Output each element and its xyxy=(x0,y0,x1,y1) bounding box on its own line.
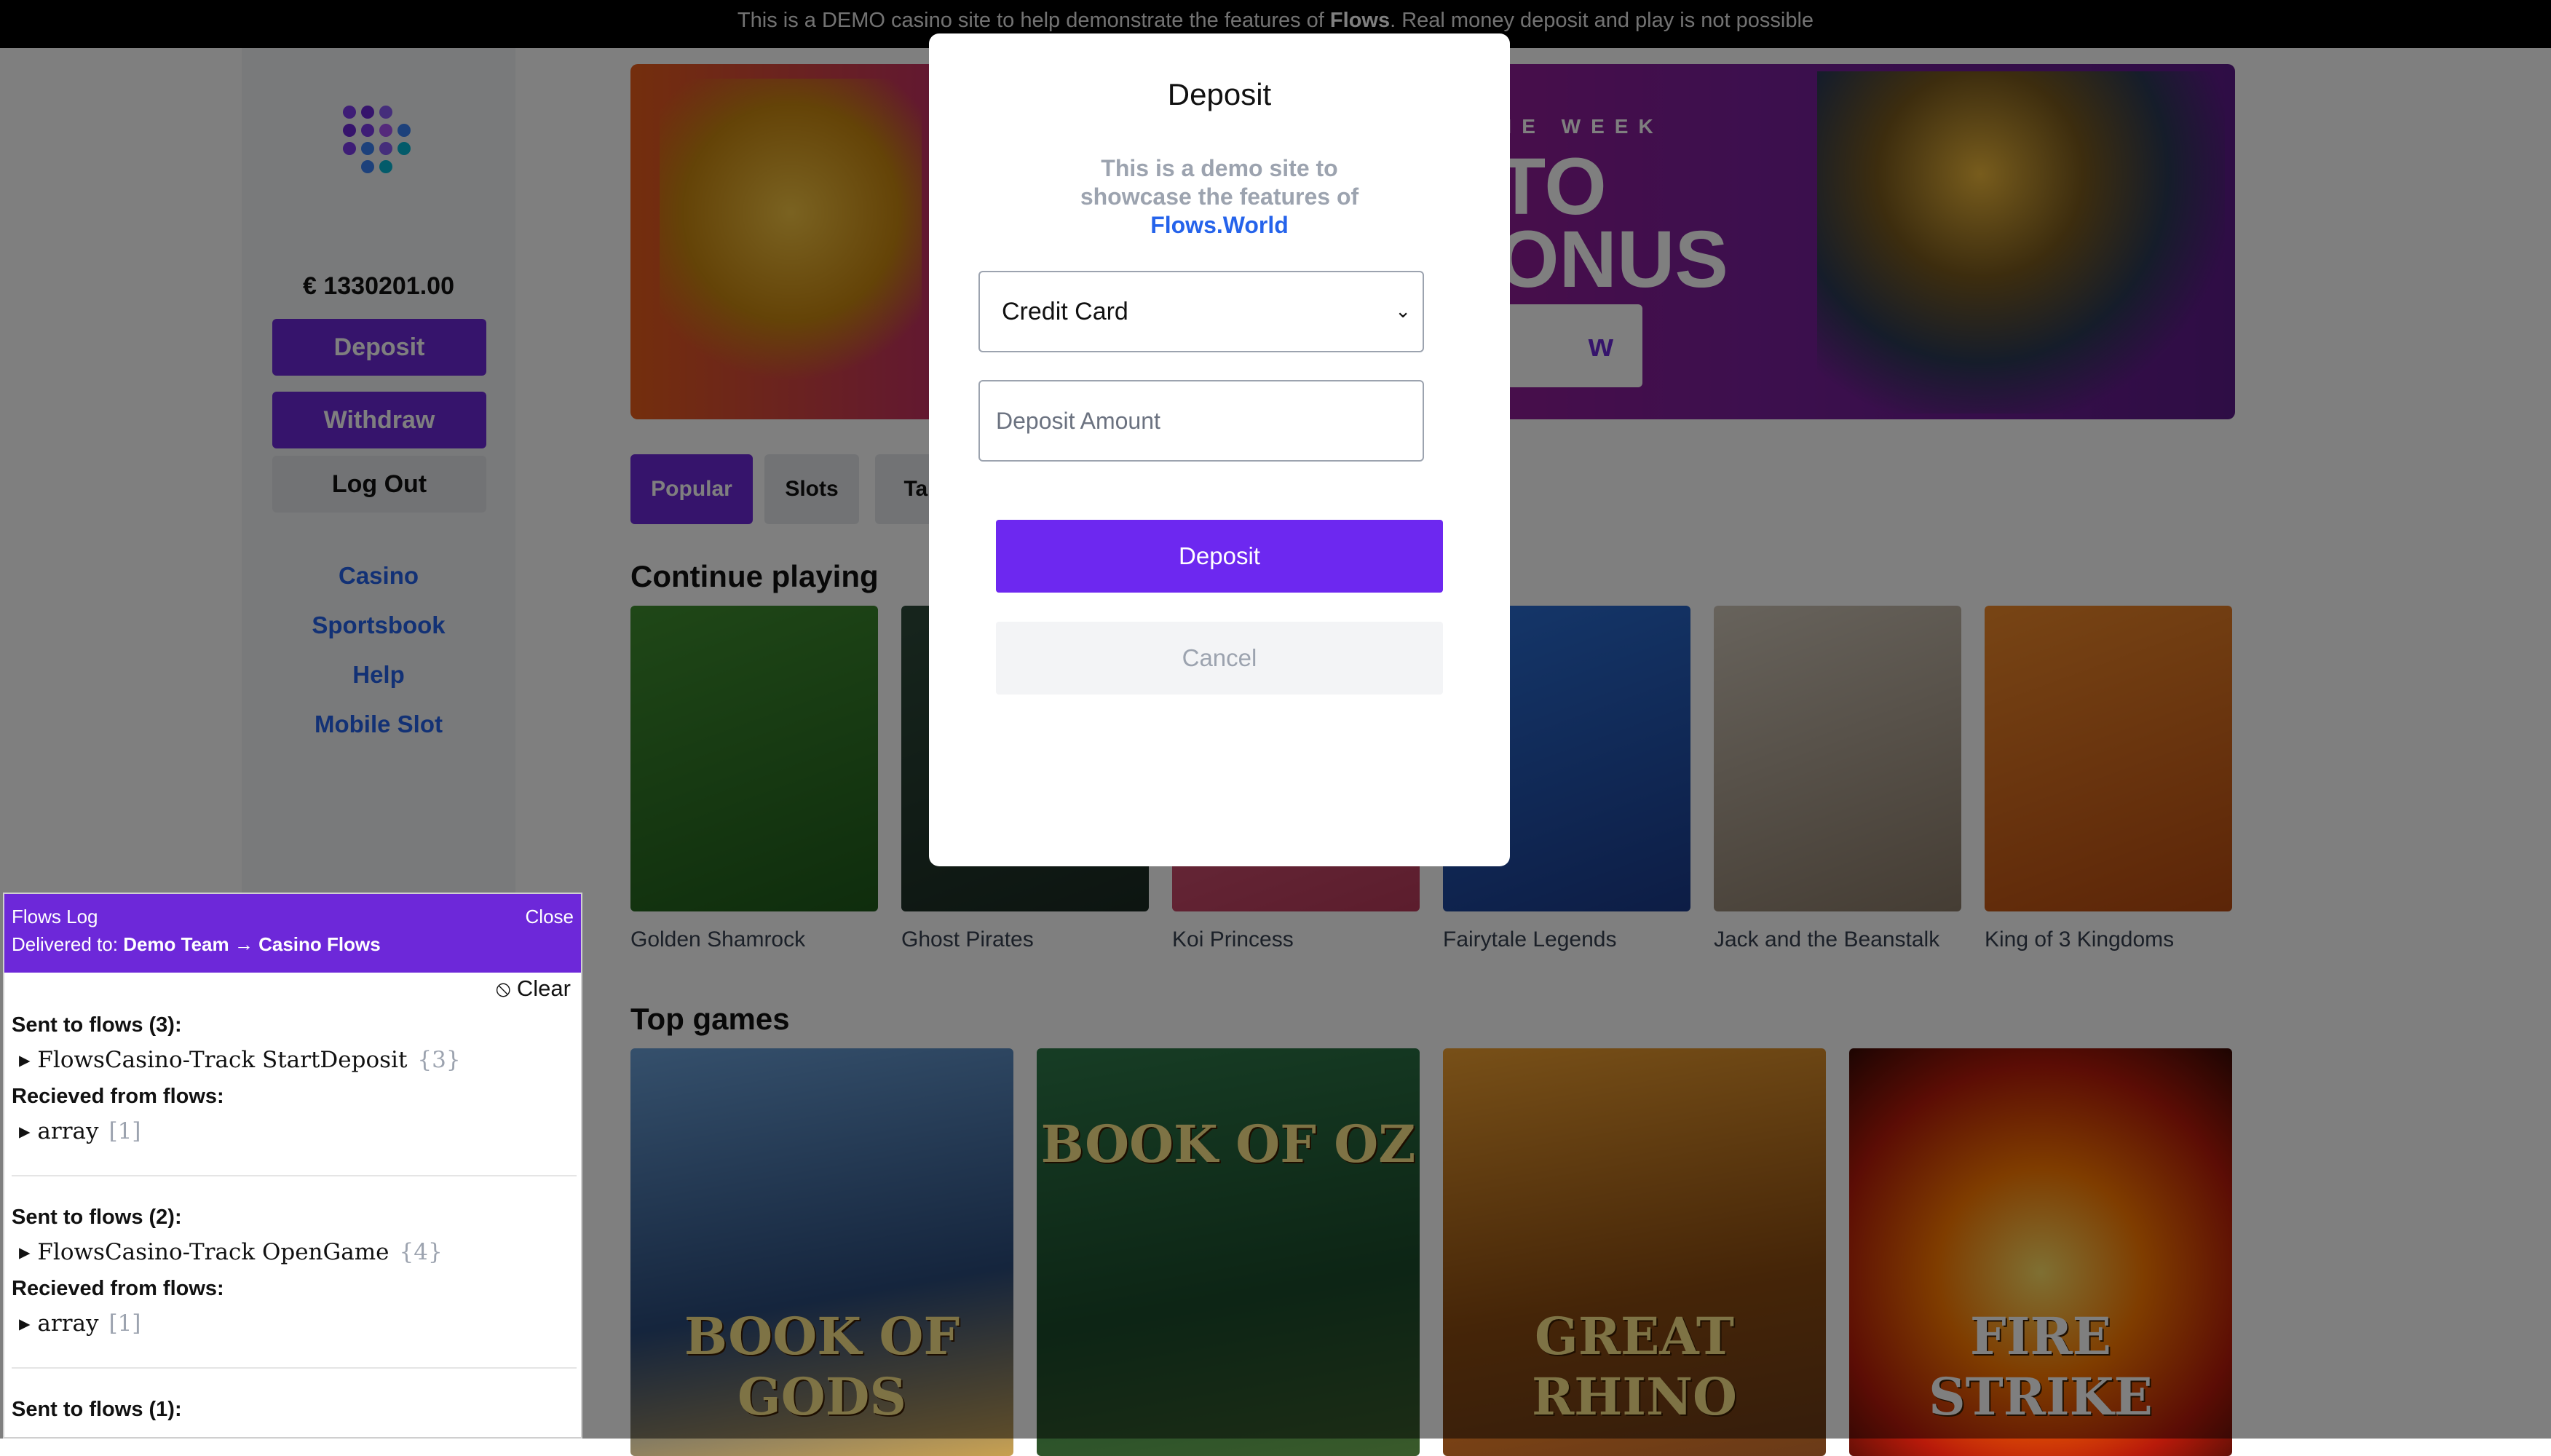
log-entry-sent: Sent to flows (2): xyxy=(12,1206,182,1229)
flows-log-title: Flows Log xyxy=(12,906,98,927)
log-entry-item[interactable]: ▸ FlowsCasino-Track OpenGame {4} xyxy=(19,1239,443,1265)
log-entry-sent: Sent to flows (1): xyxy=(12,1398,182,1421)
modal-deposit-button[interactable]: Deposit xyxy=(996,520,1443,593)
modal-brand-link[interactable]: Flows.World xyxy=(1038,211,1401,240)
log-entry-item-count: {3} xyxy=(417,1047,461,1073)
flows-log-delivered-target: Demo Team → Casino Flows xyxy=(123,933,381,955)
log-entry-received-item[interactable]: ▸ array [1] xyxy=(19,1118,141,1144)
caret-right-icon: ▸ xyxy=(19,1239,31,1265)
modal-description-line1: This is a demo site to xyxy=(1101,155,1338,181)
caret-right-icon: ▸ xyxy=(19,1118,31,1144)
chevron-down-icon: ⌄ xyxy=(1395,300,1411,322)
log-entry-received-item[interactable]: ▸ array [1] xyxy=(19,1310,141,1337)
modal-title: Deposit xyxy=(1167,77,1272,111)
log-entry-received-count: [1] xyxy=(108,1118,141,1144)
log-entry-received: Recieved from flows: xyxy=(12,1277,224,1300)
flows-log-delivered: Delivered to: Demo Team → Casino Flows xyxy=(12,933,381,956)
log-entry-received-label: array xyxy=(37,1310,99,1337)
log-entry-item-count: {4} xyxy=(399,1239,443,1265)
modal-description-line2: showcase the features of xyxy=(1080,183,1359,210)
flows-log-clear-label: Clear xyxy=(516,976,571,1001)
flows-log-delivered-label: Delivered to: xyxy=(12,933,124,955)
log-entry-item[interactable]: ▸ FlowsCasino-Track StartDeposit {3} xyxy=(19,1047,461,1073)
clear-icon: ⦸ xyxy=(496,976,511,1001)
deposit-amount-input[interactable]: Deposit Amount xyxy=(978,380,1424,462)
log-entry-item-label: FlowsCasino-Track StartDeposit xyxy=(37,1047,408,1073)
payment-method-value: Credit Card xyxy=(1002,297,1128,325)
log-divider xyxy=(12,1175,577,1176)
flows-log-panel: Flows Log Close Delivered to: Demo Team … xyxy=(3,893,582,1439)
log-entry-received-count: [1] xyxy=(108,1310,141,1337)
flows-log-header: Flows Log Close Delivered to: Demo Team … xyxy=(4,894,581,973)
log-divider xyxy=(12,1367,577,1369)
caret-right-icon: ▸ xyxy=(19,1047,31,1073)
log-entry-received: Recieved from flows: xyxy=(12,1085,224,1108)
log-entry-item-label: FlowsCasino-Track OpenGame xyxy=(37,1239,389,1265)
deposit-modal: Deposit This is a demo site to showcase … xyxy=(929,33,1510,866)
log-entry-sent: Sent to flows (3): xyxy=(12,1013,182,1037)
flows-log-close-button[interactable]: Close xyxy=(526,906,574,928)
modal-description: This is a demo site to showcase the feat… xyxy=(1038,154,1401,240)
log-entry-received-label: array xyxy=(37,1118,99,1144)
modal-cancel-button[interactable]: Cancel xyxy=(996,622,1443,695)
flows-log-clear-button[interactable]: ⦸ Clear xyxy=(496,976,571,1002)
payment-method-select[interactable]: Credit Card ⌄ xyxy=(978,271,1424,352)
caret-right-icon: ▸ xyxy=(19,1310,31,1337)
